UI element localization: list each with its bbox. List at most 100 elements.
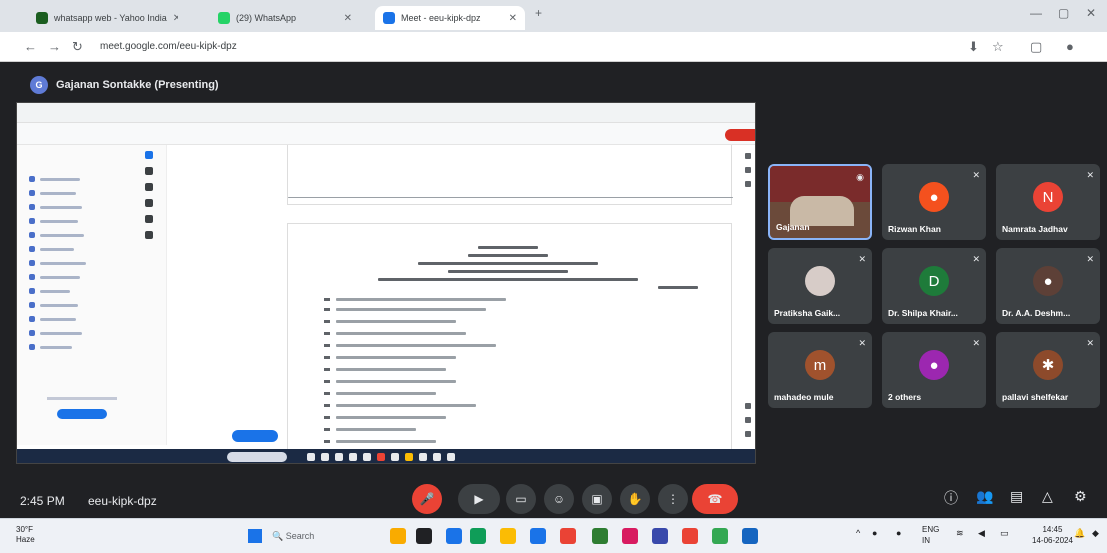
- participant-tile-gajanan[interactable]: ◉ Gajanan: [768, 164, 872, 240]
- shared-sidebar-row: [29, 259, 86, 267]
- shared-sidebar-row: [29, 175, 80, 183]
- presenter-label: G Gajanan Sontakke (Presenting): [30, 76, 219, 94]
- shared-pdf-toolbar: [17, 123, 755, 145]
- participant-tile-pallavi[interactable]: ✕ ✱ pallavi shelfekar: [996, 332, 1100, 408]
- back-icon[interactable]: ←: [24, 39, 37, 54]
- shared-side-note: [47, 397, 117, 400]
- app-icon[interactable]: [560, 528, 576, 544]
- muted-mic-icon: ✕: [972, 338, 980, 348]
- app-icon[interactable]: [592, 528, 608, 544]
- raise-hand-button[interactable]: ✋: [620, 484, 650, 514]
- close-tab-icon[interactable]: ✕: [344, 13, 352, 24]
- minimize-icon[interactable]: —: [1030, 6, 1042, 20]
- volume-icon[interactable]: ◀: [978, 528, 985, 539]
- app-icon[interactable]: [530, 528, 546, 544]
- file-explorer-icon[interactable]: [500, 528, 516, 544]
- participant-tile-shilpa[interactable]: ✕ D Dr. Shilpa Khair...: [882, 248, 986, 324]
- tray-chevron-up-icon[interactable]: ^: [856, 528, 860, 538]
- shared-red-button: [725, 129, 755, 141]
- app-icon[interactable]: [712, 528, 728, 544]
- close-tab-icon[interactable]: ✕: [173, 13, 178, 24]
- camera-icon: ▶: [474, 492, 484, 506]
- profile-avatar-icon[interactable]: ●: [1066, 39, 1074, 54]
- activities-icon[interactable]: △: [1042, 488, 1053, 505]
- people-icon[interactable]: 👥: [976, 488, 993, 505]
- app-icon[interactable]: [416, 528, 432, 544]
- windows-start-icon[interactable]: [248, 529, 262, 543]
- emoji-button[interactable]: ☺: [544, 484, 574, 514]
- more-vertical-icon: ⋮: [667, 492, 679, 506]
- url-field[interactable]: meet.google.com/eeu-kipk-dpz: [100, 38, 400, 56]
- reload-icon[interactable]: ↻: [72, 39, 83, 55]
- muted-mic-icon: ✕: [1086, 170, 1094, 180]
- shared-sidebar-row: [29, 189, 76, 197]
- app-icon[interactable]: [652, 528, 668, 544]
- participant-tile-mahadeo[interactable]: ✕ m mahadeo mule: [768, 332, 872, 408]
- shared-sidebar-row: [29, 301, 78, 309]
- tab-yahoo[interactable]: whatsapp web - Yahoo India ✕: [28, 6, 178, 30]
- shared-browser-tabbar: [17, 103, 755, 123]
- captions-button[interactable]: ▭: [506, 484, 536, 514]
- app-icon[interactable]: [446, 528, 462, 544]
- close-tab-icon[interactable]: ✕: [509, 13, 517, 24]
- chrome-icon[interactable]: [682, 528, 698, 544]
- app-icon[interactable]: [742, 528, 758, 544]
- shared-sidebar-row: [29, 329, 82, 337]
- new-tab-button[interactable]: +: [535, 6, 542, 20]
- download-icon[interactable]: ⬇: [968, 39, 979, 55]
- meeting-code: eeu-kipk-dpz: [88, 494, 157, 508]
- taskbar-clock[interactable]: 14:45 14-06-2024: [1032, 524, 1073, 546]
- host-controls-icon[interactable]: ⚙: [1074, 488, 1087, 505]
- whatsapp-favicon-icon: [218, 12, 230, 24]
- tab-meet[interactable]: Meet - eeu-kipk-dpz ✕: [375, 6, 525, 30]
- app-icon[interactable]: [470, 528, 486, 544]
- participant-tile-deshmukh[interactable]: ✕ ● Dr. A.A. Deshm...: [996, 248, 1100, 324]
- leave-call-button[interactable]: ☎: [692, 484, 738, 514]
- copilot-icon[interactable]: ◆: [1092, 528, 1099, 539]
- wifi-icon[interactable]: ≋: [956, 528, 964, 539]
- muted-mic-icon: ✕: [858, 338, 866, 348]
- participant-tile-others[interactable]: ✕ ● 2 others: [882, 332, 986, 408]
- muted-mic-icon: ✕: [1086, 254, 1094, 264]
- shared-sidebar-row: [29, 231, 84, 239]
- bookmark-star-icon[interactable]: ☆: [992, 39, 1004, 55]
- camera-toggle-button[interactable]: ▶: [458, 484, 500, 514]
- notification-bell-icon[interactable]: 🔔: [1074, 528, 1085, 539]
- chat-icon[interactable]: ▤: [1010, 488, 1023, 505]
- avatar: D: [919, 266, 949, 296]
- battery-icon[interactable]: ▭: [1000, 528, 1009, 539]
- tab-whatsapp[interactable]: (29) WhatsApp ✕: [210, 6, 360, 30]
- weather-widget[interactable]: 30°F Haze: [16, 525, 35, 545]
- language-indicator[interactable]: ENG IN: [922, 524, 939, 546]
- yahoo-favicon-icon: [36, 12, 48, 24]
- participant-tile-rizwan[interactable]: ✕ ● Rizwan Khan: [882, 164, 986, 240]
- tray-app-icon[interactable]: ●: [872, 528, 877, 538]
- present-button[interactable]: ▣: [582, 484, 612, 514]
- shared-sidebar-row: [29, 273, 80, 281]
- more-options-button[interactable]: ⋮: [658, 484, 688, 514]
- speaking-indicator-icon: ◉: [856, 172, 864, 182]
- app-icon[interactable]: [390, 528, 406, 544]
- app-icon[interactable]: [622, 528, 638, 544]
- maximize-icon[interactable]: ▢: [1058, 6, 1069, 20]
- extensions-icon[interactable]: ▢: [1030, 39, 1042, 55]
- avatar: ✱: [1033, 350, 1063, 380]
- avatar: [805, 266, 835, 296]
- shared-side-button: [57, 409, 107, 419]
- shared-sidebar-row: [29, 315, 76, 323]
- mic-off-icon: 🎤: [419, 492, 435, 506]
- shared-sidebar-row: [29, 343, 72, 351]
- participant-tile-namrata[interactable]: ✕ N Namrata Jadhav: [996, 164, 1100, 240]
- forward-icon[interactable]: →: [48, 39, 61, 54]
- shared-sidebar: [17, 145, 167, 445]
- shared-pdf-page-1: [287, 145, 733, 205]
- info-icon[interactable]: ⓘ: [944, 488, 958, 508]
- mic-toggle-button[interactable]: 🎤: [412, 484, 442, 514]
- taskbar-search[interactable]: 🔍 Search: [272, 527, 352, 545]
- participant-tile-pratiksha[interactable]: ✕ Pratiksha Gaik...: [768, 248, 872, 324]
- address-bar: ← → ↻ meet.google.com/eeu-kipk-dpz ⬇ ☆ ▢…: [0, 32, 1107, 62]
- close-window-icon[interactable]: ✕: [1086, 6, 1096, 20]
- tray-app-icon[interactable]: ●: [896, 528, 901, 538]
- shared-sidebar-row: [29, 245, 74, 253]
- avatar: N: [1033, 182, 1063, 212]
